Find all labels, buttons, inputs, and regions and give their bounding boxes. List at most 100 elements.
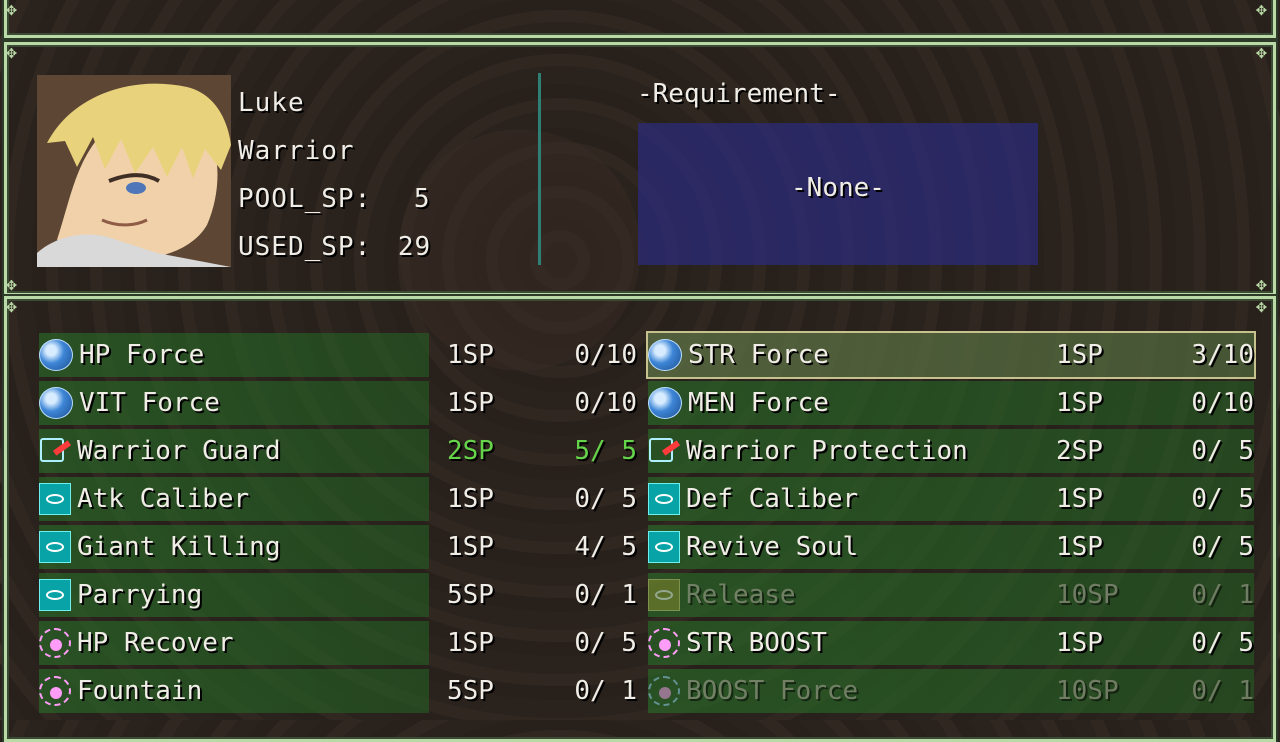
skill-name: STR Force xyxy=(648,333,1038,377)
skill-level: 4/ 5 xyxy=(574,532,637,562)
skill-row-revive-soul[interactable]: Revive Soul 1SP 0/ 5 xyxy=(648,525,1254,569)
skill-cost: 1SP xyxy=(1056,340,1103,370)
skill-name: Release xyxy=(648,573,1038,617)
skill-name: Def Caliber xyxy=(648,477,1038,521)
skill-name: VIT Force xyxy=(39,381,429,425)
eye-icon xyxy=(648,483,680,515)
skill-row-boost-force[interactable]: BOOST Force 10SP 0/ 1 xyxy=(648,669,1254,713)
skill-row-hp-force[interactable]: HP Force 1SP 0/10 xyxy=(39,333,637,377)
skill-level: 0/ 5 xyxy=(574,628,637,658)
eye-icon xyxy=(39,579,71,611)
skill-level: 0/ 5 xyxy=(1191,436,1254,466)
skill-name: MEN Force xyxy=(648,381,1038,425)
skill-row-fountain[interactable]: Fountain 5SP 0/ 1 xyxy=(39,669,637,713)
skill-label: Def Caliber xyxy=(686,484,859,514)
blue-orb-icon xyxy=(648,339,682,371)
skill-level: 0/10 xyxy=(1191,388,1254,418)
blue-orb-icon xyxy=(39,339,73,371)
skill-cost: 1SP xyxy=(1056,388,1103,418)
skill-label: STR BOOST xyxy=(686,628,827,658)
skill-row-vit-force[interactable]: VIT Force 1SP 0/10 xyxy=(39,381,637,425)
character-stats: Luke Warrior POOL_SP: 5 USED_SP: 29 xyxy=(238,79,431,271)
yellow-eye-icon xyxy=(648,579,680,611)
skill-level: 0/ 5 xyxy=(574,484,637,514)
skill-name: Warrior Protection xyxy=(648,429,1038,473)
skill-row-parrying[interactable]: Parrying 5SP 0/ 1 xyxy=(39,573,637,617)
skill-row-men-force[interactable]: MEN Force 1SP 0/10 xyxy=(648,381,1254,425)
skill-level: 3/10 xyxy=(1191,340,1254,370)
skill-label: Parrying xyxy=(77,580,203,610)
skill-cost: 10SP xyxy=(1056,676,1119,706)
skill-row-giant-killing[interactable]: Giant Killing 1SP 4/ 5 xyxy=(39,525,637,569)
skill-name: Giant Killing xyxy=(39,525,429,569)
skill-label: BOOST Force xyxy=(686,676,859,706)
skill-level: 0/ 1 xyxy=(1191,580,1254,610)
corner-ornament-icon: ✥ xyxy=(6,296,17,317)
skill-name: Parrying xyxy=(39,573,429,617)
skill-cost: 1SP xyxy=(447,388,494,418)
skill-label: Atk Caliber xyxy=(77,484,250,514)
skill-cost: 2SP xyxy=(447,436,494,466)
character-portrait xyxy=(37,75,231,267)
skill-cost: 1SP xyxy=(447,532,494,562)
skill-cost: 1SP xyxy=(447,628,494,658)
pink-gear-icon xyxy=(39,628,71,658)
skill-label: VIT Force xyxy=(79,388,220,418)
skill-row-hp-recover[interactable]: HP Recover 1SP 0/ 5 xyxy=(39,621,637,665)
skill-level: 0/10 xyxy=(574,340,637,370)
eye-icon xyxy=(39,483,71,515)
used-sp-label: USED_SP: xyxy=(238,232,372,262)
skill-row-str-boost[interactable]: STR BOOST 1SP 0/ 5 xyxy=(648,621,1254,665)
skill-label: Fountain xyxy=(77,676,203,706)
corner-ornament-icon: ✥ xyxy=(6,42,17,63)
warrior-guard-icon xyxy=(648,435,680,467)
warrior-guard-icon xyxy=(39,435,71,467)
skill-level: 0/ 5 xyxy=(1191,484,1254,514)
corner-ornament-icon: ✥ xyxy=(1256,42,1267,63)
skill-level: 0/ 1 xyxy=(574,580,637,610)
used-sp-value: 29 xyxy=(397,232,432,262)
corner-ornament-icon: ✥ xyxy=(1256,0,1267,20)
character-class: Warrior xyxy=(238,136,355,166)
corner-ornament-icon: ✥ xyxy=(1256,296,1267,317)
skill-name: Atk Caliber xyxy=(39,477,429,521)
blue-orb-icon xyxy=(39,387,73,419)
corner-ornament-icon: ✥ xyxy=(6,274,17,295)
skill-row-str-force[interactable]: STR Force 1SP 3/10 xyxy=(646,331,1256,379)
skill-label: HP Force xyxy=(79,340,205,370)
skill-row-atk-caliber[interactable]: Atk Caliber 1SP 0/ 5 xyxy=(39,477,637,521)
skill-name: Revive Soul xyxy=(648,525,1038,569)
eye-icon xyxy=(648,531,680,563)
skill-name: HP Recover xyxy=(39,621,429,665)
skill-row-warrior-protection[interactable]: Warrior Protection 2SP 0/ 5 xyxy=(648,429,1254,473)
eye-icon xyxy=(39,531,71,563)
skill-label: STR Force xyxy=(688,340,829,370)
pink-gear-icon xyxy=(39,676,71,706)
skill-name: Warrior Guard xyxy=(39,429,429,473)
portrait-image xyxy=(37,75,231,267)
skill-row-def-caliber[interactable]: Def Caliber 1SP 0/ 5 xyxy=(648,477,1254,521)
skill-cost: 1SP xyxy=(1056,532,1103,562)
pool-sp-label: POOL_SP: xyxy=(238,184,372,214)
skill-list-window: ✥ ✥ HP Force 1SP 0/10 VIT Force 1SP 0/10 Warri… xyxy=(4,296,1276,742)
skill-label: Release xyxy=(686,580,796,610)
skill-label: HP Recover xyxy=(77,628,234,658)
skill-level: 0/ 5 xyxy=(1191,532,1254,562)
skill-level: 0/ 5 xyxy=(1191,628,1254,658)
skill-row-release[interactable]: Release 10SP 0/ 1 xyxy=(648,573,1254,617)
skill-cost: 1SP xyxy=(447,340,494,370)
skill-label: Warrior Protection xyxy=(686,436,968,466)
skill-label: Revive Soul xyxy=(686,532,859,562)
skill-level: 0/ 1 xyxy=(574,676,637,706)
skill-cost: 1SP xyxy=(1056,484,1103,514)
top-window: ✥ ✥ xyxy=(4,0,1276,38)
skill-label: Warrior Guard xyxy=(77,436,281,466)
requirement-box: -None- xyxy=(638,123,1038,265)
skill-cost: 1SP xyxy=(1056,628,1103,658)
skill-cost: 5SP xyxy=(447,676,494,706)
skill-level: 5/ 5 xyxy=(574,436,637,466)
skill-cost: 2SP xyxy=(1056,436,1103,466)
skill-row-warrior-guard[interactable]: Warrior Guard 2SP 5/ 5 xyxy=(39,429,637,473)
skill-name: BOOST Force xyxy=(648,669,1038,713)
skill-name: STR BOOST xyxy=(648,621,1038,665)
